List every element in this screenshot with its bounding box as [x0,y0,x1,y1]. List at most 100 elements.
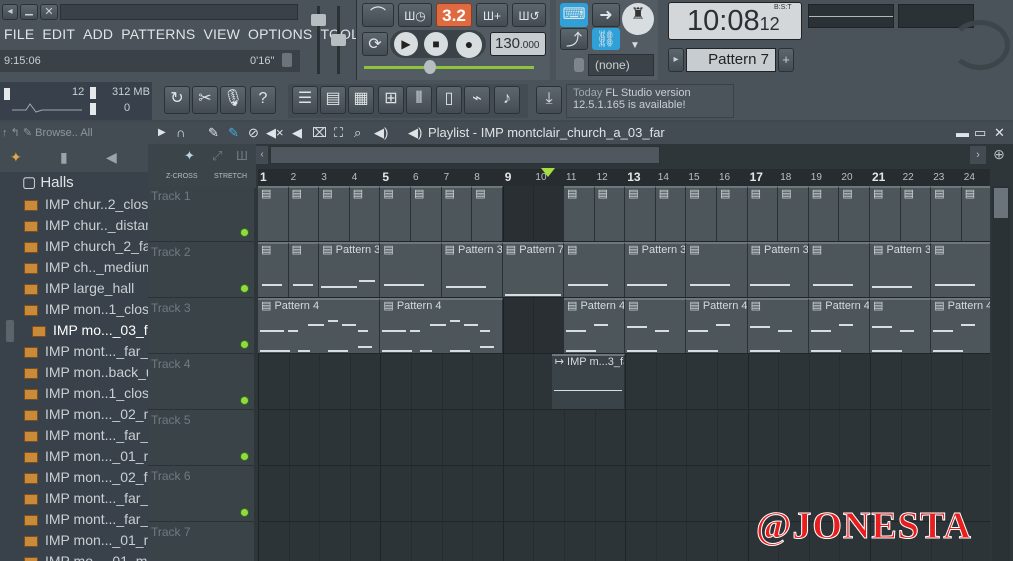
browser-file-item[interactable]: IMP mont..._far_ui [22,488,148,509]
slice-tool-icon[interactable]: ⌧ [312,122,327,144]
menu-view[interactable]: VIEW [203,26,240,42]
news-panel[interactable]: Today FL Studio version 12.5.1.165 is av… [566,84,734,118]
track-mute-led[interactable] [240,508,249,517]
master-volume-knob[interactable] [311,14,326,26]
wait-for-input-icon[interactable]: Ш◷ [398,3,432,27]
track-header[interactable]: Track 7 [148,522,254,561]
browser-file-item[interactable]: IMP large_hall [22,278,148,299]
playlist-menu-arrow-icon[interactable]: ▶ [158,122,166,144]
track-mute-led[interactable] [240,284,249,293]
pattern-clip[interactable]: ▤ [349,186,381,241]
piano-roll-icon[interactable]: ▦ [348,86,374,114]
pattern-clip[interactable]: ▤ [839,186,870,241]
loop-record-icon[interactable]: Ш↺ [512,3,546,27]
browser-file-item[interactable]: IMP mo..._01_mid [22,551,148,561]
pattern-clip[interactable]: ▤ Pattern 4 [380,298,503,353]
pattern-clip[interactable]: ▤ [808,186,840,241]
step-icon[interactable]: ⤴ [560,28,588,50]
help-icon[interactable]: ? [250,86,276,114]
browser-file-item[interactable]: IMP ch.._medium [22,257,148,278]
stop-icon[interactable]: ■ [424,32,448,56]
pattern-clip-icon[interactable]: Ш [236,148,248,163]
pattern-clip[interactable]: ▤ [472,186,503,241]
playback-tool-icon[interactable]: ◀) [374,122,388,144]
pattern-clip[interactable]: ▤ [258,186,289,241]
scroll-left-icon[interactable]: ‹ [256,146,268,164]
track-mute-led[interactable] [240,228,249,237]
pattern-clip[interactable]: ▤ [380,242,442,297]
track-header[interactable]: Track 5 [148,410,254,466]
project-info-icon[interactable]: ♪ [494,86,520,114]
pattern-clip[interactable]: ▤ [931,186,962,241]
file-filter-icon[interactable]: ▮ [60,149,68,166]
browser-file-item[interactable]: IMP mon..._01_mid [22,446,148,467]
pattern-clip[interactable]: ▤ Pattern 3 [625,242,687,297]
arrow-right-icon[interactable]: ➜ [592,3,620,27]
play-icon[interactable]: ▶ [394,32,418,56]
vertical-scroll-thumb[interactable] [994,188,1008,218]
pattern-clip[interactable]: ▤ [778,186,809,241]
window-minimize-icon[interactable]: ▬ [956,122,969,144]
track-mute-led[interactable] [240,396,249,405]
window-maximize-icon[interactable]: ▭ [974,122,986,144]
browser-file-item[interactable]: IMP mont..._far_ui [22,425,148,446]
tempo-display[interactable]: 130.000 [490,32,546,56]
browser-file-item[interactable]: IMP mon..._02_far [22,467,148,488]
pat-song-toggle-icon[interactable]: ⟳ [362,32,388,56]
pattern-clip[interactable]: ▤ [747,186,779,241]
pattern-clip[interactable]: ▤ [625,298,687,353]
browser-file-item[interactable]: IMP mon..back_ui [22,362,148,383]
menu-options[interactable]: OPTIONS [248,26,312,42]
step-edit-icon[interactable]: Ш+ [476,3,508,27]
zoom-icon[interactable]: ⊕ [988,146,1010,164]
delete-tool-icon[interactable]: ⊘ [248,122,259,144]
pattern-clip[interactable]: ▤ Pattern 4 [808,298,870,353]
pattern-clip[interactable]: ▤ [594,186,626,241]
minimize-icon[interactable]: ▁ [20,4,38,20]
pattern-clip[interactable]: ▤ Pattern 7 [502,242,564,297]
browser-file-item[interactable]: IMP mon..._01_mid [22,530,148,551]
automation-clip-icon[interactable]: ⤢ [212,148,222,164]
step-sequencer-icon[interactable]: ▤ [320,86,346,114]
main-pitch-knob[interactable] [424,60,436,74]
playhead-marker[interactable] [541,168,555,177]
download-icon[interactable]: ⤓ [536,86,562,114]
scroll-right-icon[interactable]: › [970,146,986,164]
slip-tool-icon[interactable]: ◀ [292,122,302,144]
menu-arrow-icon[interactable]: ◂ [2,4,18,20]
pattern-add-icon[interactable]: + [778,48,794,72]
pattern-clip[interactable]: ▤ [900,186,932,241]
snap-selector[interactable]: (none) [588,54,654,76]
pattern-clip[interactable]: ▤ [870,186,901,241]
master-pitch-knob[interactable] [331,34,346,46]
pattern-clip[interactable]: ▤ Pattern 4 [931,298,990,353]
pattern-clip[interactable]: ▤ [931,242,990,297]
browser-file-item[interactable]: IMP mon..1_close [22,299,148,320]
playlist-icon[interactable]: ☰ [292,86,318,114]
pattern-clip[interactable]: ▤ [319,186,350,241]
pattern-clip[interactable]: ▤ [655,186,687,241]
pattern-selector[interactable]: Pattern 7 [686,48,776,72]
typing-keyboard-icon[interactable]: ⌨ [560,3,588,27]
pattern-clip[interactable]: ▤ [288,242,320,297]
browser-file-item[interactable]: IMP mont..._far_ui [22,509,148,530]
browser-file-item[interactable]: IMP church_2_far [22,236,148,257]
speaker-filter-icon[interactable]: ◀ [106,149,117,166]
browser-scroll-handle[interactable] [6,320,14,342]
zcross-label[interactable]: Z-CROSS [166,173,198,180]
scissors-icon[interactable]: ✂ [192,86,218,114]
browser-file-item[interactable]: IMP mon..1_close [22,383,148,404]
pattern-prev-icon[interactable]: ▸ [668,48,684,72]
link-icon[interactable]: ⛓ [592,28,620,50]
paint-tool-icon[interactable]: ✎ [228,122,239,144]
pattern-clip[interactable]: ▤ Pattern 3 [870,242,932,297]
select-tool-icon[interactable]: ⛶ [334,122,343,144]
chevron-down-icon[interactable]: ▼ [630,40,642,51]
undo-history-icon[interactable]: ↻ [164,86,190,114]
pattern-clip[interactable]: ▤ [686,242,748,297]
close-icon[interactable]: ✕ [40,4,58,20]
pattern-clip[interactable]: ▤ [870,298,932,353]
microphone-icon[interactable]: 🎙 [220,86,246,114]
pattern-clip[interactable]: ▤ [686,186,717,241]
stretch-label[interactable]: STRETCH [214,173,247,180]
